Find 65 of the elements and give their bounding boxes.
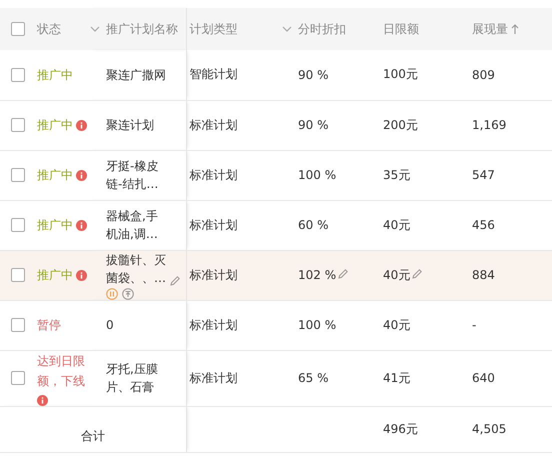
plan-type: 智能计划 [190,67,238,82]
pencil-icon[interactable] [169,274,181,286]
info-icon[interactable] [76,170,87,180]
info-icon[interactable] [37,394,48,406]
chevron-down-icon[interactable] [90,26,100,32]
status-text: 推广中 [37,217,73,234]
pause-icon[interactable] [106,288,118,300]
daily-limit: 100元 [383,67,418,82]
plan-name[interactable]: 聚连计划 [106,116,154,134]
checkbox[interactable] [11,68,25,82]
impressions-value: - [472,318,476,332]
daily-limit: 40元 [383,218,410,232]
plan-name[interactable]: 器械盒,手机油,调… [106,207,168,243]
total-limit: 496元 [383,422,418,436]
impressions-value: 809 [472,68,495,82]
plan-type: 标准计划 [190,268,238,282]
checkbox[interactable] [11,168,25,182]
checkbox[interactable] [11,118,25,132]
discount-value: 100 % [298,168,336,182]
daily-limit: 35元 [383,168,410,182]
pencil-icon[interactable] [337,268,350,280]
info-icon[interactable] [76,120,87,130]
impressions-value: 884 [472,268,495,282]
impressions-value: 640 [472,371,495,385]
daily-limit: 200元 [383,118,418,132]
discount-value: 102 % [298,268,336,282]
impressions-value: 547 [472,168,495,182]
plan-name[interactable]: 牙托,压膜片、石膏 [106,360,168,396]
checkbox[interactable] [11,218,25,232]
plan-name[interactable]: 0 [106,316,114,334]
plan-type: 标准计划 [190,168,238,182]
checkbox[interactable] [11,318,25,332]
plan-type: 标准计划 [190,370,238,384]
plan-name[interactable]: 牙挺-橡皮链-结扎… [106,157,168,193]
arrow-up-icon[interactable] [511,24,519,34]
discount-value: 60 % [298,218,328,232]
checkbox[interactable] [11,22,25,36]
daily-limit: 40元 [383,268,410,282]
plan-name[interactable]: 聚连广撒网 [106,66,166,84]
status-text: 推广中 [37,117,73,134]
status-text: 推广中 [37,267,73,284]
checkbox[interactable] [11,268,25,282]
pencil-icon[interactable] [411,268,424,280]
info-icon[interactable] [76,220,87,230]
checkbox[interactable] [11,371,25,386]
status-text: 暂停 [37,317,61,334]
plan-type: 标准计划 [190,118,238,132]
status-text: 推广中 [37,167,73,184]
discount-value: 90 % [298,118,328,132]
pin-top-icon[interactable] [122,288,134,300]
impressions-value: 1,169 [472,118,506,132]
info-icon[interactable] [76,270,87,280]
status-text: 推广中 [37,66,73,84]
total-label: 合计 [80,428,105,442]
plan-type: 标准计划 [190,218,238,232]
status-text: 达到日限额，下线 [37,352,86,390]
discount-value: 65 % [298,371,328,385]
daily-limit: 40元 [383,318,410,332]
daily-limit: 41元 [383,370,410,384]
impressions-value: 456 [472,218,495,232]
plan-type: 标准计划 [190,318,238,332]
discount-value: 100 % [298,318,336,332]
chevron-down-icon[interactable] [282,26,292,32]
discount-value: 90 % [298,68,328,82]
total-impressions: 4,505 [472,422,506,436]
